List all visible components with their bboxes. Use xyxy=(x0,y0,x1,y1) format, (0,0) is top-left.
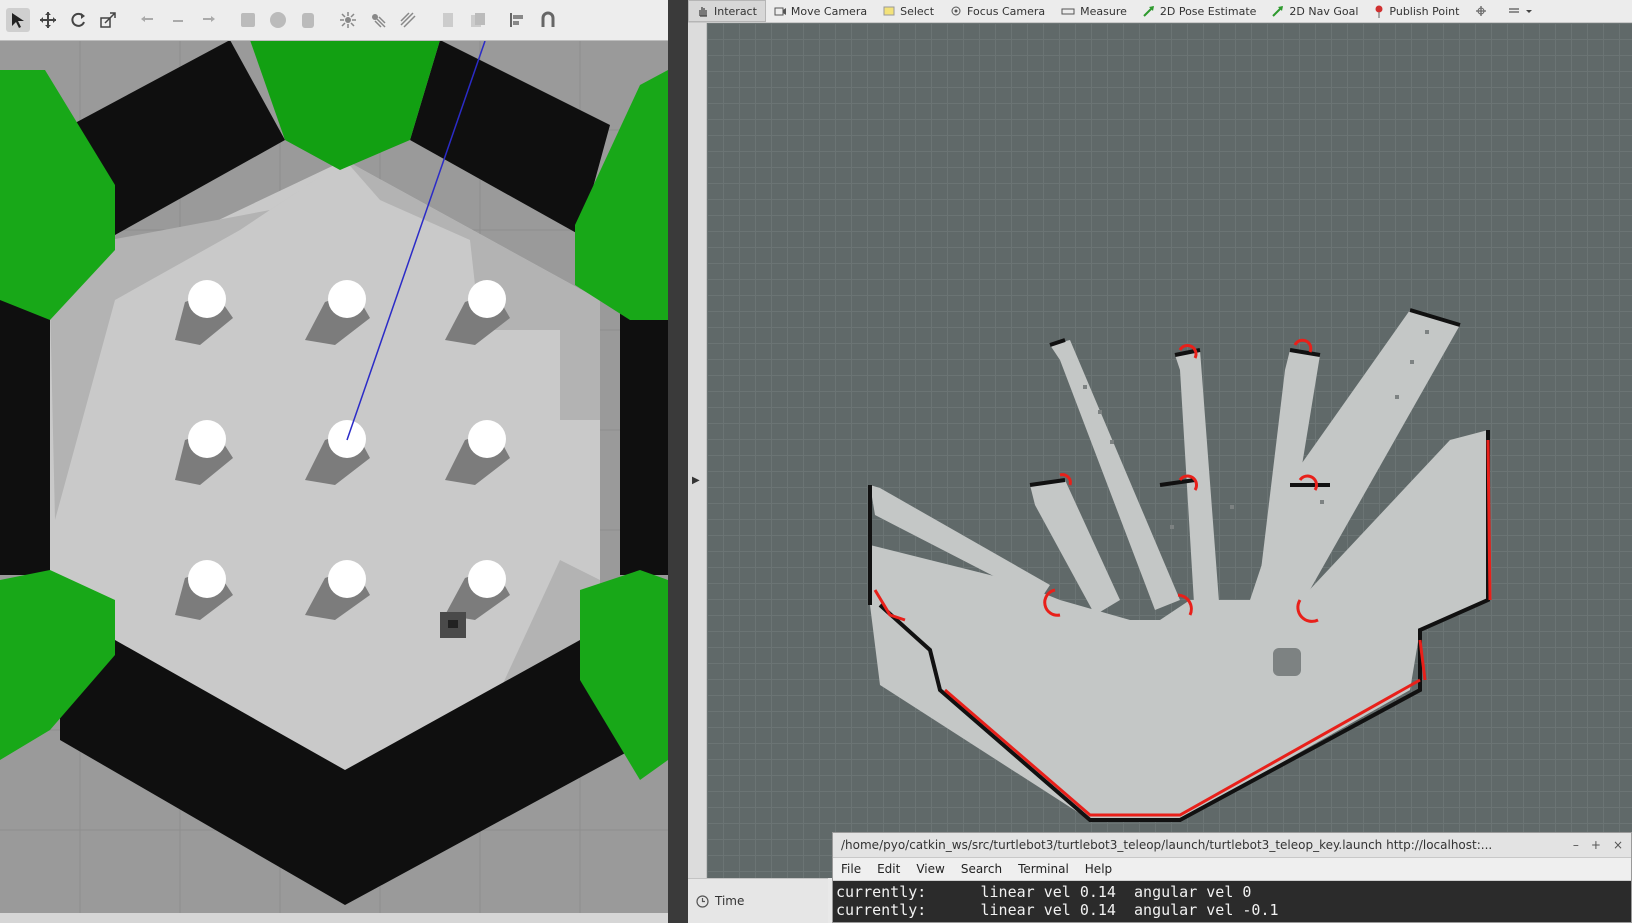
rviz-toolbar: Interact Move Camera Select Focus Camera… xyxy=(688,0,1632,23)
tool-measure[interactable]: Measure xyxy=(1053,0,1135,22)
gazebo-toolbar xyxy=(0,0,668,41)
maximize-icon[interactable]: + xyxy=(1591,838,1601,852)
arena-wall xyxy=(0,300,50,575)
copy-icon[interactable] xyxy=(436,8,460,32)
sphere-icon[interactable] xyxy=(266,8,290,32)
tool-label: Measure xyxy=(1080,4,1127,18)
minimize-icon[interactable]: – xyxy=(1573,838,1579,852)
terminal-title: /home/pyo/catkin_ws/src/turtlebot3/turtl… xyxy=(841,838,1493,852)
spot-light-icon[interactable] xyxy=(366,8,390,32)
tool-label: Publish Point xyxy=(1389,4,1460,18)
tool-move-camera[interactable]: Move Camera xyxy=(766,0,875,22)
menu-view[interactable]: View xyxy=(908,862,952,876)
time-panel-label: Time xyxy=(715,894,745,908)
chevron-down-icon xyxy=(1525,7,1533,15)
gazebo-window xyxy=(0,0,668,923)
menu-help[interactable]: Help xyxy=(1077,862,1120,876)
hand-icon xyxy=(697,5,709,17)
select-box-icon xyxy=(883,5,895,17)
terminal-line: currently: linear vel 0.14 angular vel 0 xyxy=(836,883,1252,901)
tool-focus-camera[interactable]: Focus Camera xyxy=(942,0,1053,22)
gazebo-status-bar xyxy=(0,913,668,923)
clock-icon xyxy=(696,894,709,908)
menu-terminal[interactable]: Terminal xyxy=(1010,862,1077,876)
terminal-menubar: File Edit View Search Terminal Help xyxy=(833,858,1631,881)
robot-footprint xyxy=(1273,648,1301,676)
snap-icon[interactable] xyxy=(536,8,560,32)
tool-2d-pose-estimate[interactable]: 2D Pose Estimate xyxy=(1135,0,1265,22)
terminal-line: currently: linear vel 0.14 angular vel -… xyxy=(836,901,1279,919)
box-icon[interactable] xyxy=(236,8,260,32)
plus-crosshair-icon xyxy=(1475,5,1487,17)
focus-camera-icon xyxy=(950,5,962,17)
rviz-window: Interact Move Camera Select Focus Camera… xyxy=(688,0,1632,923)
tool-label: 2D Nav Goal xyxy=(1289,4,1359,18)
ruler-icon xyxy=(1061,5,1075,17)
tool-label: Select xyxy=(900,4,935,18)
directional-light-icon[interactable] xyxy=(396,8,420,32)
terminal-output[interactable]: currently: linear vel 0.14 angular vel 0… xyxy=(833,881,1631,921)
align-icon[interactable] xyxy=(506,8,530,32)
tool-2d-nav-goal[interactable]: 2D Nav Goal xyxy=(1264,0,1366,22)
undo-icon[interactable] xyxy=(136,8,160,32)
tool-interact[interactable]: Interact xyxy=(688,0,766,22)
scale-icon[interactable] xyxy=(96,8,120,32)
terminal-window[interactable]: /home/pyo/catkin_ws/src/turtlebot3/turtl… xyxy=(832,832,1632,923)
expand-panel-arrow-icon[interactable]: ▶ xyxy=(692,475,700,486)
tool-label: Focus Camera xyxy=(967,4,1046,18)
tool-select[interactable]: Select xyxy=(875,0,942,22)
rotate-icon[interactable] xyxy=(66,8,90,32)
occupancy-free-space xyxy=(870,310,1488,820)
redo-alt-icon[interactable] xyxy=(196,8,220,32)
displays-panel-collapsed: ▶ xyxy=(688,23,707,923)
tool-label: Interact xyxy=(714,4,757,18)
rviz-map-viewport[interactable] xyxy=(707,23,1632,878)
redo-icon[interactable] xyxy=(166,8,190,32)
tool-label: 2D Pose Estimate xyxy=(1159,4,1257,18)
menu-file[interactable]: File xyxy=(833,862,869,876)
window-splitter[interactable] xyxy=(668,0,688,923)
move-camera-icon xyxy=(774,5,786,17)
pin-icon xyxy=(1374,5,1384,18)
menu-search[interactable]: Search xyxy=(953,862,1010,876)
tool-menu-button[interactable] xyxy=(1500,0,1546,22)
menu-icon xyxy=(1508,5,1520,17)
tool-publish-point[interactable]: Publish Point xyxy=(1366,0,1467,22)
close-icon[interactable]: × xyxy=(1613,838,1623,852)
point-light-icon[interactable] xyxy=(336,8,360,32)
gazebo-3d-viewport[interactable] xyxy=(0,41,668,913)
green-arrow-icon xyxy=(1143,5,1155,17)
menu-edit[interactable]: Edit xyxy=(869,862,908,876)
select-arrow-icon[interactable] xyxy=(6,8,30,32)
green-arrow-icon xyxy=(1272,5,1284,17)
arena-wall xyxy=(620,310,668,575)
time-panel[interactable]: Time xyxy=(688,878,828,923)
tool-label: Move Camera xyxy=(790,4,868,18)
terminal-titlebar[interactable]: /home/pyo/catkin_ws/src/turtlebot3/turtl… xyxy=(833,833,1631,858)
cylinder-icon[interactable] xyxy=(296,8,320,32)
lidar-sensor xyxy=(448,620,458,628)
translate-icon[interactable] xyxy=(36,8,60,32)
paste-icon[interactable] xyxy=(466,8,490,32)
add-tool-button[interactable] xyxy=(1467,0,1500,22)
